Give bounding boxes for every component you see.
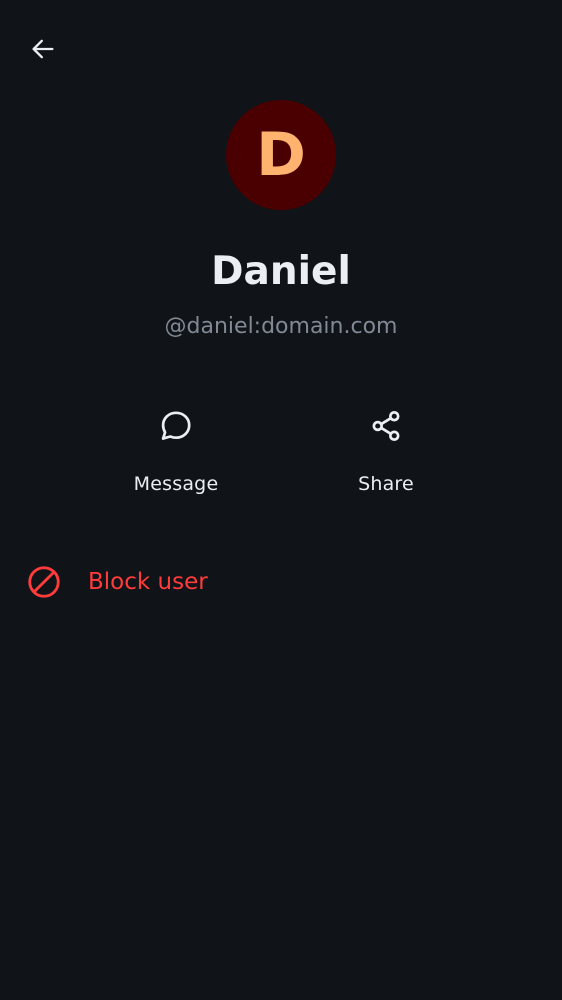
avatar: D xyxy=(226,100,336,210)
arrow-left-icon xyxy=(29,35,57,68)
share-icon xyxy=(366,406,406,446)
block-user-label: Block user xyxy=(88,569,208,595)
block-user-button[interactable]: Block user xyxy=(0,552,562,612)
message-label: Message xyxy=(133,473,219,495)
display-name: Daniel xyxy=(211,249,351,294)
avatar-initial: D xyxy=(256,120,306,190)
share-label: Share xyxy=(358,473,414,495)
block-icon xyxy=(26,564,62,600)
back-button[interactable] xyxy=(24,32,62,70)
message-button[interactable]: Message xyxy=(96,400,256,500)
chat-bubble-icon xyxy=(156,406,196,446)
share-button[interactable]: Share xyxy=(306,400,466,500)
user-id: @daniel:domain.com xyxy=(164,314,398,339)
